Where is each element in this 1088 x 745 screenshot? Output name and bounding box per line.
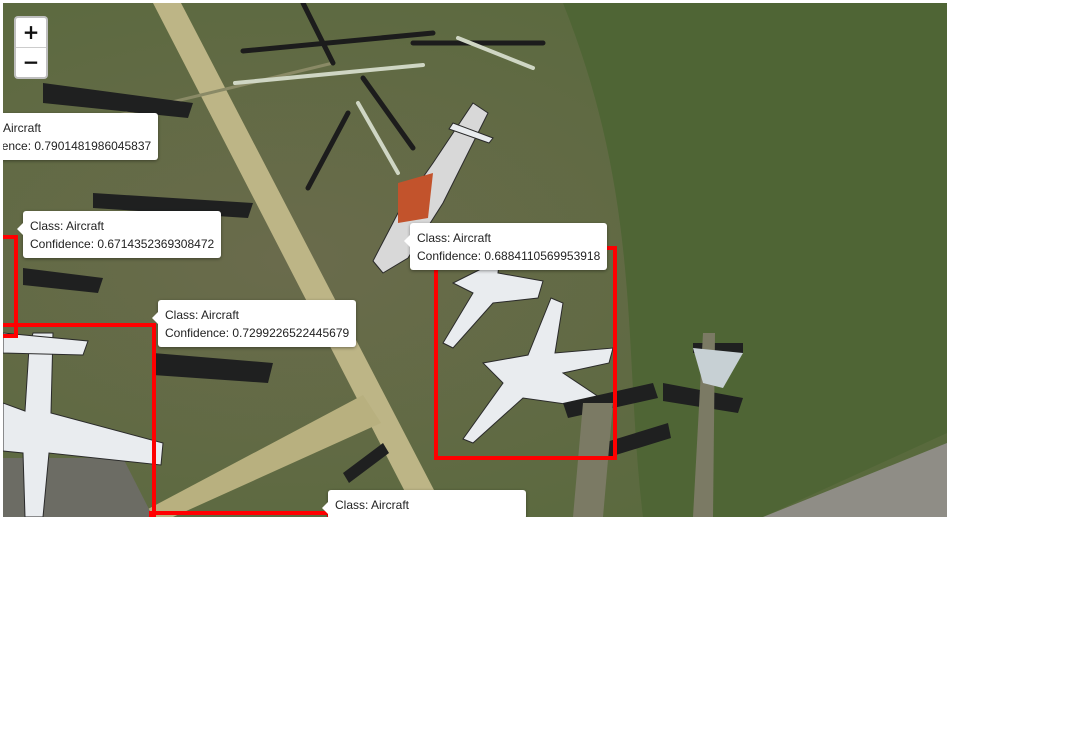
detection-box[interactable] xyxy=(434,246,617,460)
tooltip-class: Class: Aircraft xyxy=(3,121,42,135)
tooltip-class: Class: Aircraft xyxy=(335,498,410,512)
detection-tooltip: Class: Aircraft Confidence: 0.7299226522… xyxy=(151,300,357,347)
zoom-control: + − xyxy=(14,16,48,79)
tooltip-confidence: Confidence: 0.7901481986045837 xyxy=(3,139,152,153)
detection-tooltip: Class: Aircraft xyxy=(322,490,526,517)
tooltip-confidence: Confidence: 0.6884110569953918 xyxy=(417,249,601,263)
tooltip-confidence: Confidence: 0.6714352369308472 xyxy=(30,237,215,251)
detection-box[interactable] xyxy=(3,323,156,517)
tooltip-class: Class: Aircraft xyxy=(30,219,105,233)
tooltip-class: Class: Aircraft xyxy=(417,231,492,245)
detection-tooltip: Class: Aircraft Confidence: 0.6714352369… xyxy=(16,211,222,258)
detection-tooltip: Class: Aircraft Confidence: 0.6884110569… xyxy=(403,223,608,270)
detection-tooltip: Class: Aircraft Confidence: 0.7901481986… xyxy=(3,113,159,160)
satellite-map[interactable]: + − Class: Aircraft Confidence: 0.790148… xyxy=(3,3,947,517)
tooltip-class: Class: Aircraft xyxy=(165,308,240,322)
zoom-out-button[interactable]: − xyxy=(16,47,46,77)
tooltip-confidence: Confidence: 0.7299226522445679 xyxy=(165,326,350,340)
zoom-in-button[interactable]: + xyxy=(16,18,46,47)
detection-box[interactable] xyxy=(149,511,331,517)
